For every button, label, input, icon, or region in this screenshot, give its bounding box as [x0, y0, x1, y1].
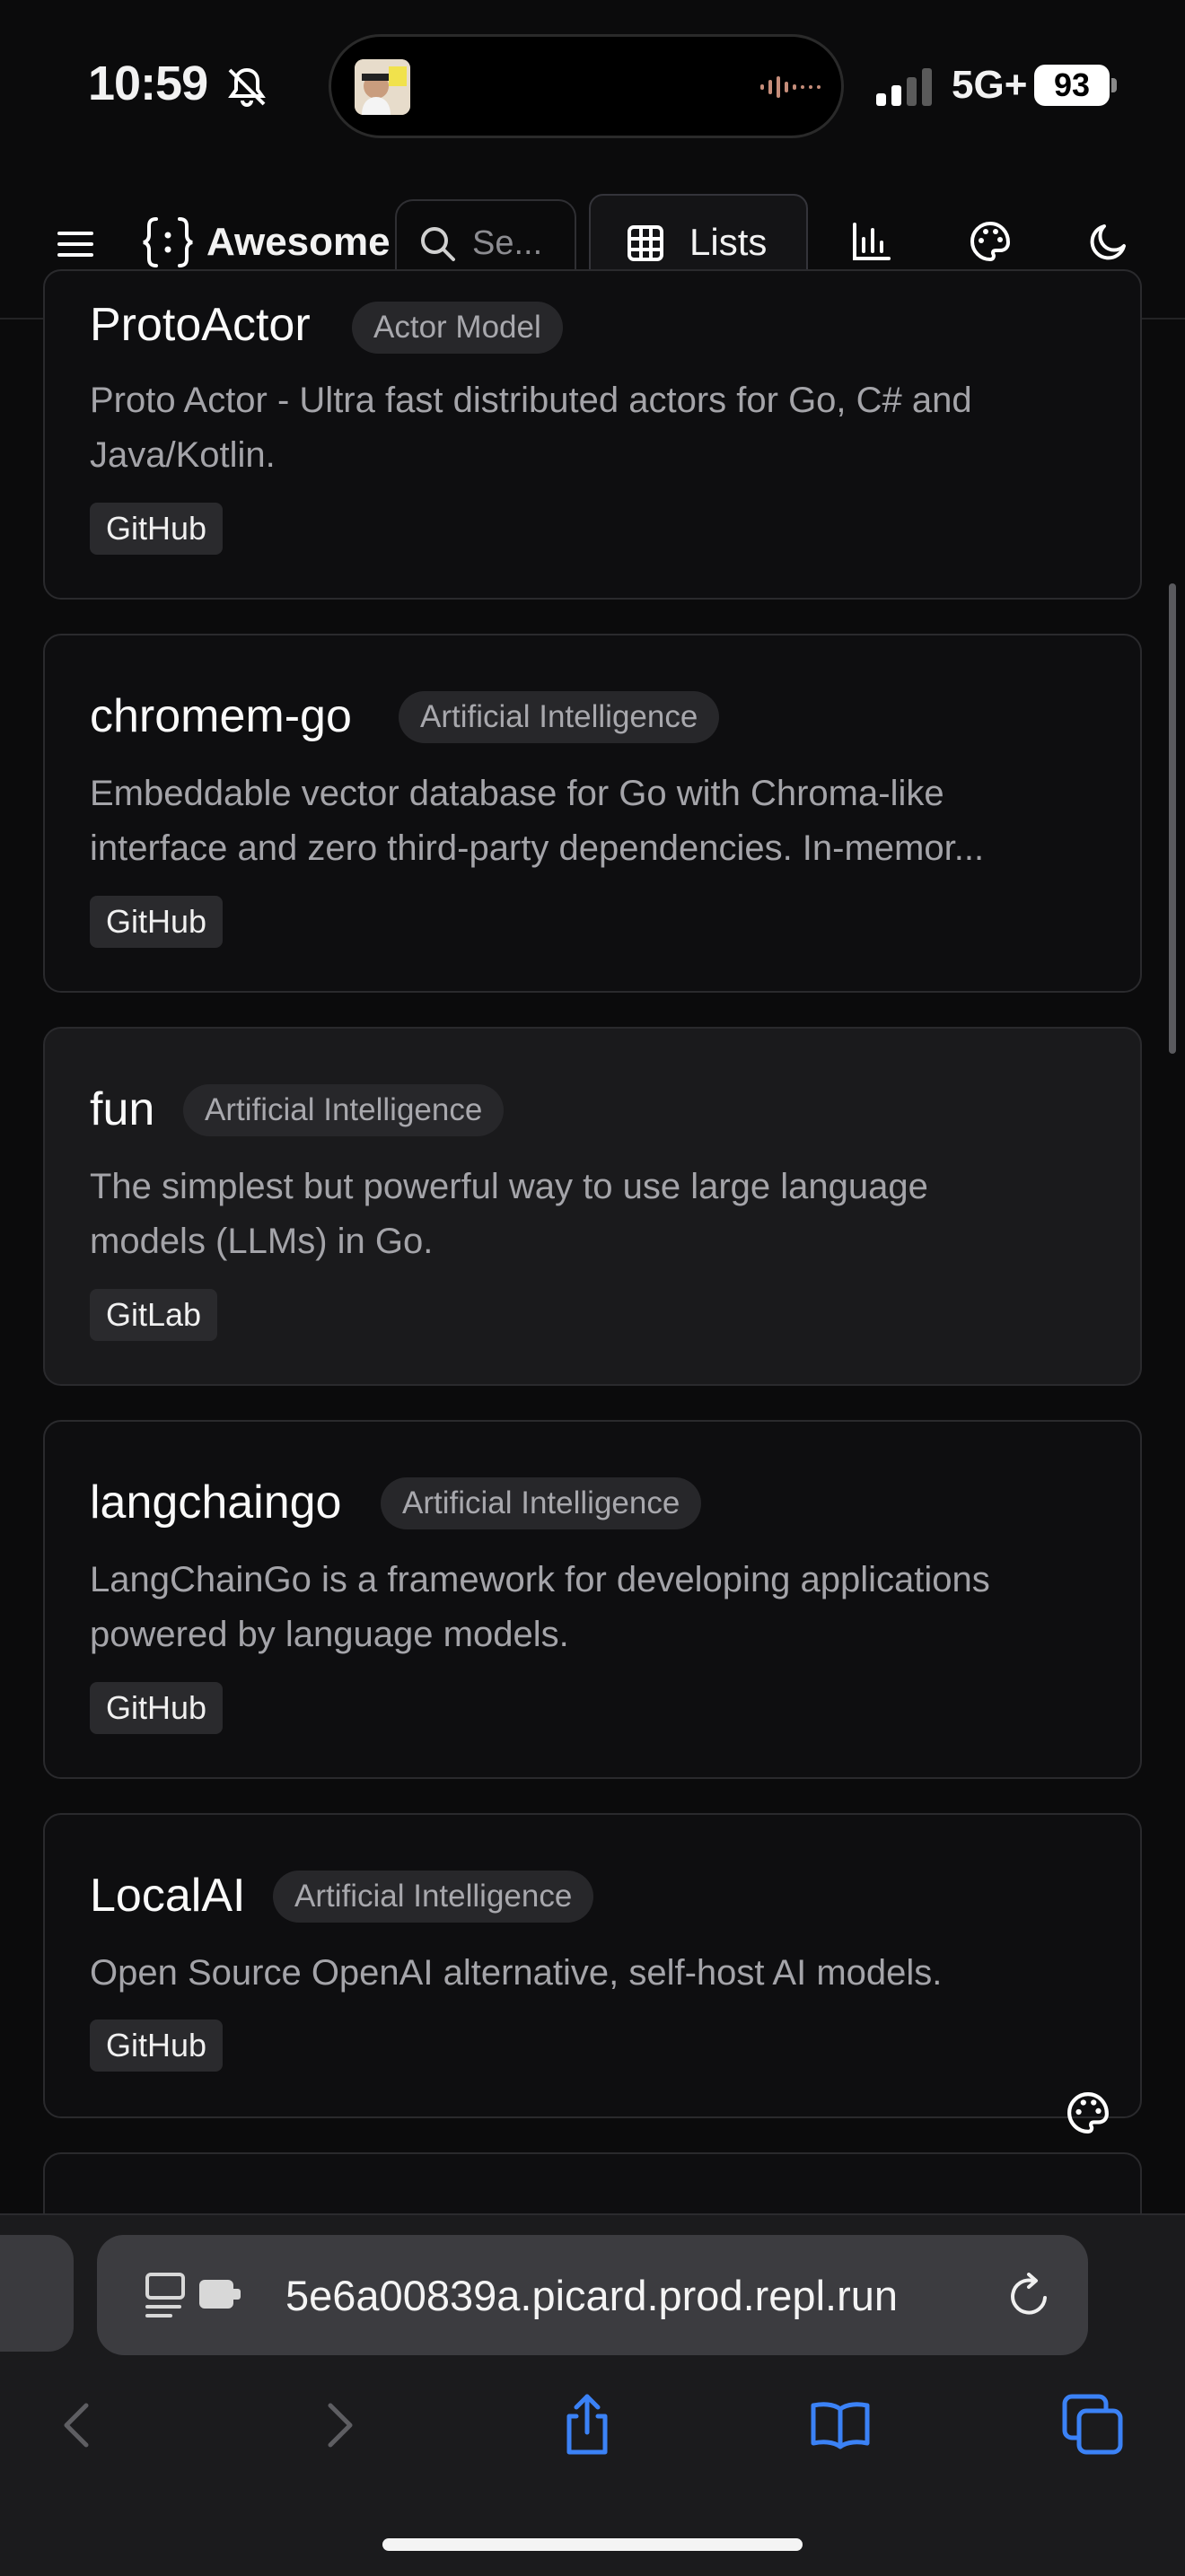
audio-wave-icon	[760, 76, 821, 98]
palette-icon[interactable]	[1066, 2091, 1110, 2134]
reload-icon[interactable]	[1005, 2273, 1052, 2319]
url-text[interactable]: 5e6a00839a.picard.prod.repl.run	[285, 2271, 1075, 2320]
palette-icon[interactable]	[970, 221, 1011, 262]
item-title[interactable]: LocalAI	[90, 1869, 245, 1923]
brand-label[interactable]: Awesome	[206, 220, 391, 265]
forward-icon[interactable]	[305, 2393, 370, 2458]
source-badge[interactable]: GitHub	[90, 1682, 224, 1734]
home-indicator[interactable]	[382, 2538, 803, 2551]
lists-label: Lists	[689, 221, 768, 263]
network-label: 5G+	[952, 63, 1028, 107]
item-title[interactable]: fun	[90, 1082, 154, 1136]
media-artwork	[355, 59, 410, 115]
tabs-icon[interactable]	[1061, 2393, 1126, 2458]
source-badge[interactable]: GitLab	[90, 1289, 218, 1341]
category-badge[interactable]: Actor Model	[352, 302, 563, 354]
moon-icon[interactable]	[1088, 221, 1129, 262]
category-badge[interactable]: Artificial Intelligence	[399, 691, 720, 743]
person-artwork-icon	[355, 59, 410, 115]
battery-icon: 93	[1034, 65, 1117, 106]
code-braces-icon[interactable]	[142, 215, 194, 269]
list-item[interactable]: fun Artificial Intelligence The simplest…	[43, 1027, 1142, 1386]
battery-level: 93	[1034, 65, 1110, 106]
book-icon[interactable]	[808, 2393, 873, 2458]
reader-icon[interactable]	[144, 2271, 190, 2319]
item-title[interactable]: langchaingo	[90, 1476, 341, 1529]
source-badge[interactable]: GitHub	[90, 896, 224, 948]
signal-icon	[876, 68, 932, 106]
search-placeholder: Se...	[472, 224, 543, 262]
list-item[interactable]: chromem-go Artificial Intelligence Embed…	[43, 634, 1142, 993]
item-description: Embeddable vector database for Go with C…	[90, 774, 985, 868]
item-title[interactable]: chromem-go	[90, 689, 352, 743]
previous-tab[interactable]	[0, 2235, 74, 2352]
list-item[interactable]: ProtoActor Actor Model Proto Actor - Ult…	[43, 269, 1142, 600]
hamburger-icon[interactable]	[56, 226, 95, 262]
item-description: The simplest but powerful way to use lar…	[90, 1167, 928, 1261]
source-badge[interactable]: GitHub	[90, 503, 224, 555]
category-badge[interactable]: Artificial Intelligence	[381, 1477, 702, 1529]
address-bar[interactable]: 5e6a00839a.picard.prod.repl.run	[97, 2235, 1088, 2355]
item-title[interactable]: ProtoActor	[90, 298, 311, 352]
grid-table-icon	[628, 225, 663, 261]
category-badge[interactable]: Artificial Intelligence	[183, 1084, 505, 1136]
status-time: 10:59	[88, 57, 208, 110]
dynamic-island[interactable]	[329, 34, 844, 138]
scrollbar[interactable]	[1169, 583, 1176, 1054]
back-icon[interactable]	[47, 2393, 111, 2458]
category-badge[interactable]: Artificial Intelligence	[273, 1871, 594, 1923]
bell-muted-icon	[228, 67, 266, 107]
list-item[interactable]: LocalAI Artificial Intelligence Open Sou…	[43, 1813, 1142, 2118]
list-item[interactable]: langchaingo Artificial Intelligence Lang…	[43, 1420, 1142, 1779]
item-description: Open Source OpenAI alternative, self-hos…	[90, 1953, 943, 1993]
item-description: LangChainGo is a framework for developin…	[90, 1560, 990, 1654]
bar-chart-icon[interactable]	[851, 221, 892, 262]
item-description: Proto Actor - Ultra fast distributed act…	[90, 381, 972, 475]
source-badge[interactable]: GitHub	[90, 2020, 224, 2072]
extension-icon[interactable]	[198, 2276, 242, 2312]
share-icon[interactable]	[555, 2393, 619, 2458]
search-icon	[421, 227, 455, 261]
